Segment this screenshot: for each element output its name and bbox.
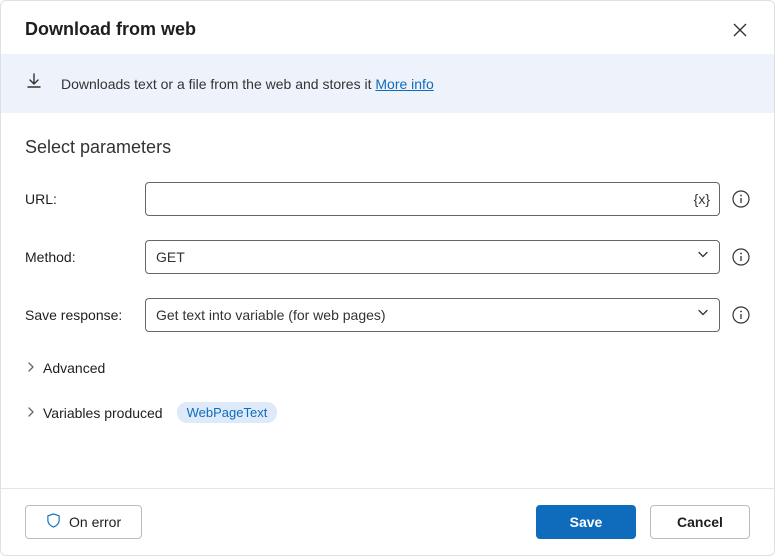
dialog-header: Download from web bbox=[1, 1, 774, 54]
method-info-icon[interactable] bbox=[732, 248, 750, 266]
save-response-value: Get text into variable (for web pages) bbox=[156, 307, 386, 323]
close-button[interactable] bbox=[730, 20, 750, 40]
url-info-icon[interactable] bbox=[732, 190, 750, 208]
save-button[interactable]: Save bbox=[536, 505, 636, 539]
method-label: Method: bbox=[25, 249, 133, 265]
chevron-right-icon bbox=[25, 360, 37, 376]
save-response-label: Save response: bbox=[25, 307, 133, 323]
variable-picker-icon[interactable]: {x} bbox=[694, 191, 710, 207]
method-select[interactable]: GET bbox=[145, 240, 720, 274]
on-error-button[interactable]: On error bbox=[25, 505, 142, 539]
variable-badge[interactable]: WebPageText bbox=[177, 402, 278, 423]
shield-icon bbox=[46, 513, 61, 531]
advanced-label: Advanced bbox=[43, 360, 105, 376]
method-row: Method: GET bbox=[25, 240, 750, 274]
dialog-title: Download from web bbox=[25, 19, 196, 40]
save-response-row: Save response: Get text into variable (f… bbox=[25, 298, 750, 332]
url-input[interactable] bbox=[145, 182, 720, 216]
chevron-right-icon bbox=[25, 405, 37, 421]
save-response-info-icon[interactable] bbox=[732, 306, 750, 324]
variables-produced-label: Variables produced bbox=[43, 405, 163, 421]
variables-produced-toggle[interactable]: Variables produced WebPageText bbox=[25, 398, 750, 427]
close-icon bbox=[733, 23, 747, 37]
more-info-link[interactable]: More info bbox=[375, 76, 433, 92]
info-banner: Downloads text or a file from the web an… bbox=[1, 54, 774, 113]
section-title: Select parameters bbox=[25, 137, 750, 158]
content-area: Select parameters URL: {x} Method: GET S… bbox=[1, 113, 774, 488]
banner-text: Downloads text or a file from the web an… bbox=[61, 76, 434, 92]
banner-description: Downloads text or a file from the web an… bbox=[61, 76, 375, 92]
download-icon bbox=[25, 72, 43, 95]
save-response-select[interactable]: Get text into variable (for web pages) bbox=[145, 298, 720, 332]
url-row: URL: {x} bbox=[25, 182, 750, 216]
method-value: GET bbox=[156, 249, 185, 265]
url-label: URL: bbox=[25, 191, 133, 207]
advanced-toggle[interactable]: Advanced bbox=[25, 356, 750, 380]
cancel-button[interactable]: Cancel bbox=[650, 505, 750, 539]
on-error-label: On error bbox=[69, 514, 121, 530]
dialog-footer: On error Save Cancel bbox=[1, 488, 774, 555]
